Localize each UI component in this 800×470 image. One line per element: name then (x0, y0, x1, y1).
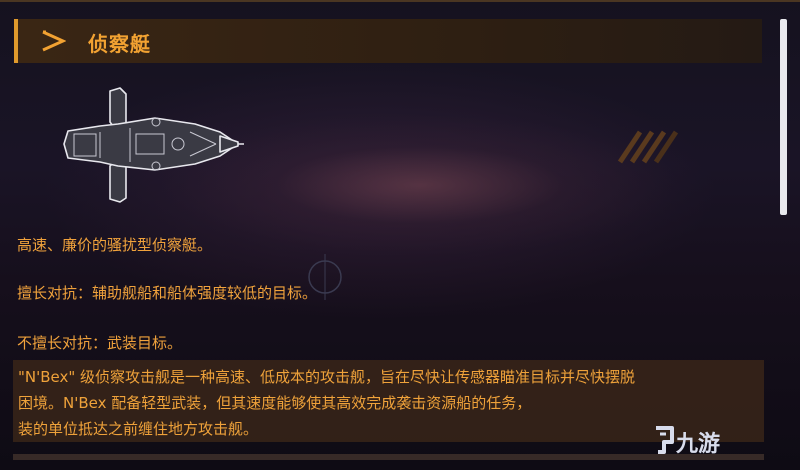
scrollbar[interactable] (780, 19, 787, 215)
watermark-text: 九游 (676, 431, 721, 456)
summary-text: 高速、廉价的骚扰型侦察艇。 (17, 236, 213, 254)
page-title: 侦察艇 (88, 32, 151, 56)
strength-text: 擅长对抗：辅助舰船和船体强度较低的目标。 (17, 284, 318, 302)
description-line: "N'Bex" 级侦察攻击舰是一种高速、低成本的攻击舰，旨在尽快让传感器瞄准目标… (18, 368, 636, 386)
bottom-divider (13, 454, 764, 460)
info-panel: 侦察艇 高速、廉价的骚扰型侦察艇。 擅长对抗：辅助舰船和船体强度较低的目标。 不… (0, 0, 800, 470)
play-triangle-icon (42, 30, 66, 52)
description-line: 装的单位抵达之前缠住地方攻击舰。 (18, 420, 259, 438)
weakness-text: 不擅长对抗：武装目标。 (17, 334, 183, 352)
section-header: 侦察艇 (14, 19, 762, 63)
watermark-logo-icon (656, 426, 674, 454)
scout-ship-icon (63, 87, 244, 203)
hud-decoration (617, 130, 679, 164)
description-line: 困境。N'Bex 配备轻型武装，但其速度能够使其高效完成袭击资源船的任务， (18, 394, 532, 412)
